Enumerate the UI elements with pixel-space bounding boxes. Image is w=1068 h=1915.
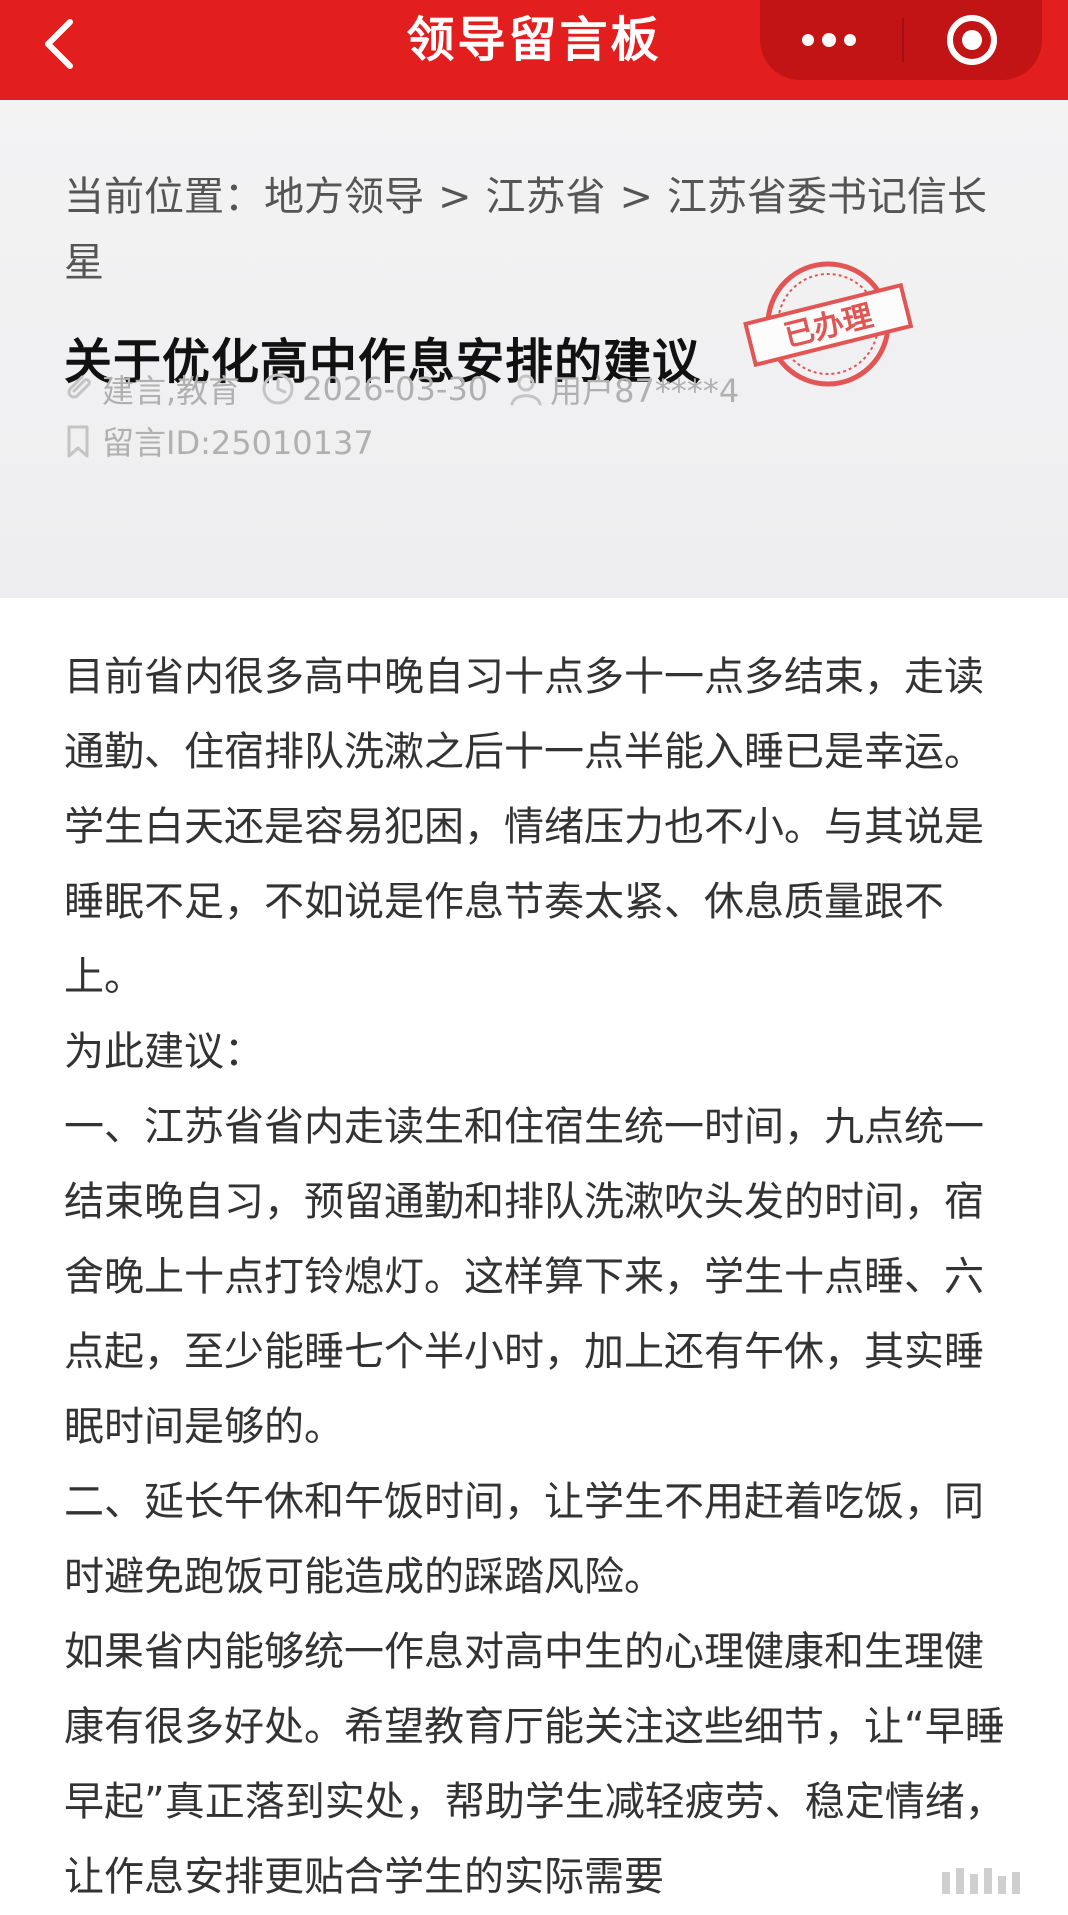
breadcrumb-separator: > [619,174,654,220]
post-tags: 建言,教育 [60,366,240,412]
post-message-id-text: 留言ID:25010137 [102,424,374,462]
post-date-text: 2026-03-30 [302,370,489,408]
mini-program-capsule [760,0,1042,80]
post-user-text: 用户87****4 [550,372,740,410]
breadcrumb-item[interactable]: 江苏省 [486,174,606,220]
breadcrumb-prefix: 当前位置： [64,174,264,220]
bookmark-icon [67,425,89,458]
processed-stamp: 已办理 [743,261,914,387]
clock-icon [262,373,294,405]
top-navigation-bar: 领导留言板 [0,0,1068,100]
content-paragraph: 为此建议： [64,1029,264,1075]
capsule-divider [902,18,904,62]
content-paragraph: 二、延长午休和午饭时间，让学生不用赶着吃饭，同时避免跑饭可能造成的踩踏风险。 [64,1479,984,1600]
content-paragraph: 目前省内很多高中晚自习十点多十一点多结束，走读通勤、住宿排队洗漱之后十一点半能入… [64,654,984,1000]
post-date: 2026-03-30 [260,370,488,408]
breadcrumb-separator: > [438,174,472,220]
post-id-row: 留言ID:25010137 [60,418,394,464]
record-icon[interactable] [944,12,1000,68]
content-paragraph: 一、江苏省省内走读生和住宿生统一时间，九点统一结束晚自习，预留通勤和排队洗漱吹头… [64,1104,984,1450]
post-message-id: 留言ID:25010137 [60,418,374,464]
more-dots-icon[interactable] [798,24,878,54]
post-header: 当前位置：地方领导 > 江苏省 > 江苏省委书记信长星 关于优化高中作息安排的建议 已办… [0,100,1068,598]
post-meta-row: 建言,教育 2026-03-30 用户87****4 [60,366,759,412]
tag-icon [67,375,91,399]
post-content: 目前省内很多高中晚自习十点多十一点多结束，走读通勤、住宿排队洗漱之后十一点半能入… [64,640,1014,1915]
user-icon [510,374,542,406]
content-paragraph: 如果省内能够统一作息对高中生的心理健康和生理健康有很多好处。希望教育厅能关注这些… [64,1629,1005,1900]
watermark-icon [942,1868,1020,1894]
post-tags-text: 建言,教育 [102,372,241,410]
breadcrumb-item[interactable]: 地方领导 [264,174,424,220]
post-user: 用户87****4 [508,366,739,412]
